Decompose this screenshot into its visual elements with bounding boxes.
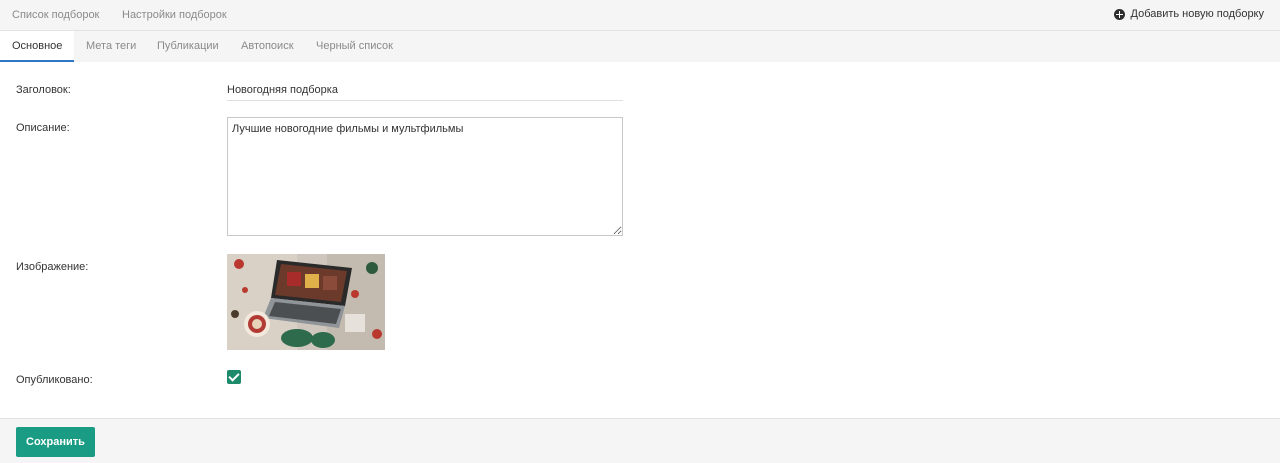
tab-blacklist[interactable]: Черный список [304,31,405,62]
published-label: Опубликовано: [16,374,93,386]
tab-publications[interactable]: Публикации [145,31,231,62]
nav-collections-settings[interactable]: Настройки подборок [122,9,227,21]
description-textarea[interactable]: Лучшие новогодние фильмы и мультфильмы [227,117,623,236]
tab-main[interactable]: Основное [0,31,75,62]
form-footer: Сохранить [0,418,1280,463]
description-label: Описание: [16,122,70,134]
tab-autosearch[interactable]: Автопоиск [229,31,306,62]
collection-image[interactable] [227,254,385,350]
tab-meta-tags[interactable]: Мета теги [74,31,148,62]
tab-bar: Основное Мета теги Публикации Автопоиск … [0,31,1280,62]
add-collection-button[interactable]: Добавить новую подборку [1113,8,1265,20]
top-navigation-bar: Список подборок Настройки подборок Добав… [0,0,1280,31]
title-input[interactable] [227,80,623,101]
image-label: Изображение: [16,261,89,273]
laptop-flatlay-image [227,254,385,350]
plus-circle-icon [1113,8,1125,20]
save-button[interactable]: Сохранить [16,427,95,457]
nav-collections-list[interactable]: Список подборок [12,9,99,21]
published-checkbox[interactable] [227,370,241,384]
add-collection-label: Добавить новую подборку [1130,8,1265,20]
title-label: Заголовок: [16,84,71,96]
